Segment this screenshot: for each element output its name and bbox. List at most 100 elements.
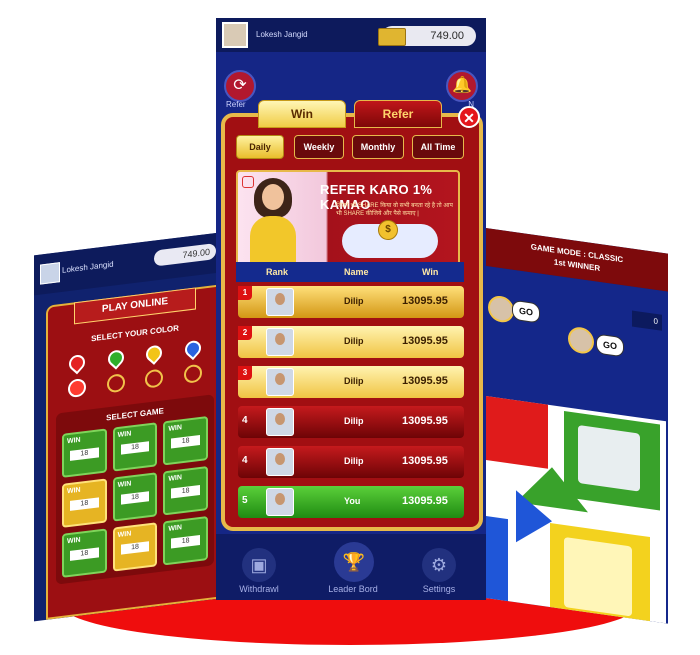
player-name: Dilip <box>344 296 364 306</box>
leaderboard-row[interactable]: 1 Dilip 13095.95 <box>238 286 464 318</box>
filter-monthly[interactable]: Monthly <box>352 135 404 159</box>
period-filters: Daily Weekly Monthly All Time <box>236 135 466 159</box>
yellow-color-radio[interactable] <box>145 368 164 389</box>
player-name: Dilip <box>344 416 364 426</box>
dollar-coin-icon: $ <box>378 220 398 240</box>
avatar <box>568 325 594 356</box>
game-card[interactable]: WIN 18 <box>112 422 158 472</box>
instagram-icon <box>242 176 254 188</box>
leaderboard-row-self[interactable]: 5 You 13095.95 <box>238 486 464 518</box>
card-label: WIN <box>168 474 182 483</box>
trophy-icon[interactable]: 🏆 <box>334 542 374 582</box>
right-phone-screen: GAME MODE : CLASSIC 1st WINNER 0 GO GO <box>486 228 668 624</box>
leaderboard-row[interactable]: 3 Dilip 13095.95 <box>238 366 464 398</box>
card-label: WIN <box>67 436 81 446</box>
leaderboard-header: Rank Name Win <box>236 262 464 282</box>
red-pin-icon <box>65 351 89 375</box>
rank-badge: 2 <box>238 326 252 340</box>
green-color-radio[interactable] <box>106 373 125 394</box>
game-card[interactable]: WIN 18 <box>163 415 208 466</box>
card-label: WIN <box>67 536 81 546</box>
banner-person-body <box>250 216 296 264</box>
nav-settings[interactable]: Settings <box>404 584 474 594</box>
coin-balance[interactable]: 749.00 <box>378 26 476 46</box>
user-name: Lokesh Jangid <box>256 30 308 39</box>
game-card[interactable]: WIN 18 <box>62 428 107 478</box>
wallet-icon[interactable]: ▣ <box>242 548 276 582</box>
game-card[interactable]: WIN 18 <box>62 528 107 578</box>
nav-leaderboard[interactable]: Leader Bord <box>318 584 388 594</box>
card-label: WIN <box>117 430 132 440</box>
header-name: Name <box>344 267 369 277</box>
tab-win[interactable]: Win <box>258 100 346 128</box>
blue-color-radio[interactable] <box>183 363 202 384</box>
rank-number: 5 <box>242 495 248 506</box>
game-card[interactable]: WIN 18 <box>112 472 158 522</box>
player-name: Dilip <box>344 376 364 386</box>
rank-number: 4 <box>242 455 248 466</box>
bottom-nav: ▣ Withdrawl 🏆 Leader Bord ⚙ Settings <box>216 534 486 600</box>
avatar <box>266 448 294 476</box>
refer-icon[interactable]: ⟳ <box>224 70 256 102</box>
player-score: 13095.95 <box>402 495 448 507</box>
play-online-panel: PLAY ONLINE SELECT YOUR COLOR SELECT GAM… <box>46 284 224 620</box>
leaderboard-row[interactable]: 2 Dilip 13095.95 <box>238 326 464 358</box>
rank-badge: 1 <box>238 286 252 300</box>
left-phone-screen: Lokesh Jangid 749.00 PLAY ONLINE SELECT … <box>34 232 224 622</box>
avatar[interactable] <box>40 262 60 285</box>
leaderboard-row[interactable]: 4 Dilip 13095.95 <box>238 446 464 478</box>
header-win: Win <box>422 267 439 277</box>
card-value: 18 <box>120 441 150 455</box>
coin-balance[interactable]: 749.00 <box>154 242 216 267</box>
game-card[interactable]: WIN 18 <box>163 465 208 516</box>
refer-label: Refer <box>226 100 246 109</box>
banner-person-face <box>262 184 284 210</box>
coin-counter: 0 <box>632 310 662 331</box>
player-score: 13095.95 <box>402 295 448 307</box>
user-name: Lokesh Jangid <box>62 259 114 275</box>
ludo-board[interactable] <box>486 396 666 624</box>
refer-banner[interactable]: REFER KARO 1% KAMAO जितने भी SHARE किया … <box>236 170 460 266</box>
card-value: 18 <box>120 491 150 505</box>
card-label: WIN <box>67 486 81 496</box>
filter-daily[interactable]: Daily <box>236 135 284 159</box>
filter-weekly[interactable]: Weekly <box>294 135 344 159</box>
avatar[interactable] <box>222 22 248 48</box>
green-pin-icon <box>104 346 128 370</box>
game-card[interactable]: WIN 18 <box>112 522 158 572</box>
red-home <box>486 396 548 469</box>
card-label: WIN <box>117 530 132 540</box>
player-name: Dilip <box>344 456 364 466</box>
filter-all-time[interactable]: All Time <box>412 135 464 159</box>
tab-refer[interactable]: Refer <box>354 100 442 128</box>
player-score: 13095.95 <box>402 375 448 387</box>
close-icon[interactable]: ✕ <box>458 106 480 128</box>
card-label: WIN <box>117 480 132 490</box>
nav-withdraw[interactable]: Withdrawl <box>224 584 294 594</box>
left-top-bar: Lokesh Jangid 749.00 <box>34 232 224 296</box>
gear-icon[interactable]: ⚙ <box>422 548 456 582</box>
notification-bell-icon[interactable]: 🔔 <box>446 70 478 102</box>
go-button[interactable]: GO <box>512 299 540 324</box>
go-button[interactable]: GO <box>596 333 624 358</box>
banner-subtitle: जितने भी SHARE किया वो सभी बनता रहे है त… <box>336 203 453 217</box>
header-rank: Rank <box>266 267 289 277</box>
player-score: 13095.95 <box>402 335 448 347</box>
panel-title: PLAY ONLINE <box>74 287 196 325</box>
game-card[interactable]: WIN 18 <box>62 478 107 528</box>
center-phone-screen: Lokesh Jangid 749.00 ⟳ Refer 🔔 N Win Ref… <box>216 18 486 600</box>
card-label: WIN <box>168 524 182 533</box>
player-name: You <box>344 496 361 506</box>
gold-bar-icon <box>378 28 406 46</box>
yellow-pin-icon <box>142 342 166 365</box>
card-value: 18 <box>70 547 99 561</box>
game-card[interactable]: WIN 18 <box>163 515 208 566</box>
red-color-radio[interactable] <box>68 377 87 399</box>
rank-badge: 3 <box>238 366 252 380</box>
avatar <box>266 368 294 396</box>
card-value: 18 <box>70 497 99 511</box>
leaderboard-tabs: Win Refer <box>258 100 442 128</box>
blue-home-arrow <box>516 490 552 548</box>
leaderboard-row[interactable]: 4 Dilip 13095.95 <box>238 406 464 438</box>
yellow-home <box>550 522 650 624</box>
